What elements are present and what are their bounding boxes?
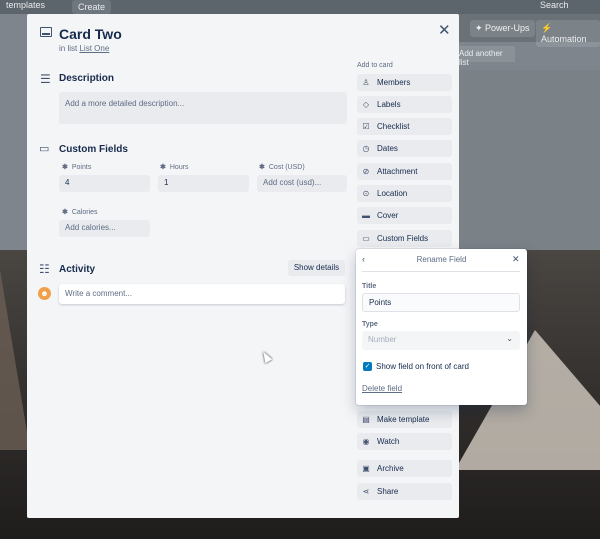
description-title: Description xyxy=(59,73,115,84)
search-field[interactable]: Search xyxy=(540,0,569,10)
card-list-info: in list List One xyxy=(59,44,109,53)
sidebar-item-label: Archive xyxy=(377,464,404,473)
sidebar-item-label: Dates xyxy=(377,144,398,153)
description-icon: ☰ xyxy=(40,72,51,86)
chevron-down-icon: ⌄ xyxy=(506,334,513,343)
field-label-points: ✱ Points xyxy=(62,163,91,171)
mountain-peak-left xyxy=(0,270,30,450)
rename-field-popover xyxy=(356,249,527,405)
type-label: Type xyxy=(362,321,378,328)
close-icon[interactable]: ✕ xyxy=(512,254,520,265)
sidebar-item-archive[interactable]: ▣ Archive xyxy=(357,460,452,477)
field-label-text: Calories xyxy=(71,209,98,216)
location-pin-icon: ⊙ xyxy=(362,189,370,198)
points-input[interactable]: 4 xyxy=(59,175,150,192)
field-label-text: Hours xyxy=(169,164,189,171)
activity-title: Activity xyxy=(59,264,96,275)
field-icon: ✱ xyxy=(160,164,166,171)
automation-button[interactable]: ⚡ Automation xyxy=(536,20,600,47)
sidebar-item-cover[interactable]: ▬ Cover xyxy=(357,207,452,224)
sidebar-item-watch[interactable]: ◉ Watch xyxy=(357,433,452,450)
field-label-calories: ✱ Calories xyxy=(62,208,98,216)
hours-input[interactable]: 1 xyxy=(158,175,249,192)
sidebar-item-members[interactable]: ♙ Members xyxy=(357,74,452,91)
activity-icon: ☷ xyxy=(39,262,50,276)
show-on-front-label[interactable]: Show field on front of card xyxy=(376,362,469,371)
sidebar-item-share[interactable]: ⋖ Share xyxy=(357,483,452,500)
card-icon xyxy=(40,27,52,37)
sidebar-item-label: Cover xyxy=(377,211,399,220)
title-label: Title xyxy=(362,283,377,290)
field-icon: ✱ xyxy=(62,209,68,216)
custom-fields-icon: ▭ xyxy=(362,234,370,243)
field-type-select[interactable]: Number ⌄ xyxy=(362,331,520,350)
sidebar-item-label: Custom Fields xyxy=(377,234,429,243)
field-icon: ✱ xyxy=(62,164,68,171)
cover-icon: ▬ xyxy=(362,211,370,220)
paperclip-icon: ⊘ xyxy=(362,167,370,176)
sidebar-item-label: Watch xyxy=(377,437,400,446)
field-label-text: Points xyxy=(71,164,92,171)
list-link[interactable]: List One xyxy=(79,44,109,53)
power-ups-label: Power-Ups xyxy=(485,23,530,33)
share-icon: ⋖ xyxy=(362,487,370,496)
description-input[interactable]: Add a more detailed description... xyxy=(59,92,347,124)
power-ups-button[interactable]: ✦ Power-Ups xyxy=(470,20,535,37)
eye-icon: ◉ xyxy=(362,437,370,446)
custom-fields-icon: ▭ xyxy=(39,143,50,155)
sidebar-item-labels[interactable]: ◇ Labels xyxy=(357,96,452,113)
avatar[interactable]: ☻ xyxy=(38,287,51,300)
sidebar-item-custom-fields[interactable]: ▭ Custom Fields xyxy=(357,230,452,247)
add-list-button[interactable]: Add another list xyxy=(455,46,515,67)
field-label-hours: ✱ Hours xyxy=(160,163,189,171)
card-title[interactable]: Card Two xyxy=(59,26,122,42)
calories-input[interactable]: Add calories... xyxy=(59,220,150,237)
archive-icon: ▣ xyxy=(362,464,370,473)
field-title-input[interactable]: Points xyxy=(362,293,520,312)
sidebar-item-label: Share xyxy=(377,487,399,496)
field-label-cost: ✱ Cost (USD) xyxy=(259,163,305,171)
sidebar-item-label: Attachment xyxy=(377,167,418,176)
checklist-icon: ☑ xyxy=(362,122,370,131)
create-button[interactable]: Create xyxy=(72,0,112,14)
cost-input[interactable]: Add cost (usd)... xyxy=(257,175,347,192)
field-icon: ✱ xyxy=(259,164,265,171)
automation-label: Automation xyxy=(541,34,587,44)
show-details-button[interactable]: Show details xyxy=(288,260,345,276)
popover-divider xyxy=(362,271,520,272)
popover-title: Rename Field xyxy=(416,255,467,264)
sidebar-item-label: Checklist xyxy=(377,122,410,131)
show-on-front-checkbox[interactable]: ✓ xyxy=(363,362,372,371)
in-list-prefix: in list xyxy=(59,44,78,53)
sidebar-item-make-template[interactable]: ▤ Make template xyxy=(357,411,452,428)
sidebar-item-dates[interactable]: ◷ Dates xyxy=(357,140,452,157)
sidebar-item-attachment[interactable]: ⊘ Attachment xyxy=(357,163,452,180)
sidebar-item-label: Make template xyxy=(377,415,430,424)
sidebar-item-location[interactable]: ⊙ Location xyxy=(357,185,452,202)
sidebar-item-checklist[interactable]: ☑ Checklist xyxy=(357,118,452,135)
delete-field-link[interactable]: Delete field xyxy=(362,384,402,393)
add-to-card-heading: Add to card xyxy=(357,62,393,69)
sidebar-item-label: Location xyxy=(377,189,408,198)
template-icon: ▤ xyxy=(362,415,370,424)
custom-fields-title: Custom Fields xyxy=(59,144,128,155)
board-list-column xyxy=(459,70,600,250)
sidebar-item-label: Labels xyxy=(377,100,401,109)
clock-icon: ◷ xyxy=(362,144,370,153)
tag-icon: ◇ xyxy=(362,100,370,109)
field-type-value: Number xyxy=(368,335,397,344)
templates-menu[interactable]: templates xyxy=(6,0,45,10)
field-label-text: Cost (USD) xyxy=(268,164,305,171)
comment-input[interactable]: Write a comment... xyxy=(59,284,345,304)
person-icon: ♙ xyxy=(362,78,370,87)
sidebar-item-label: Members xyxy=(377,78,411,87)
close-icon[interactable]: ✕ xyxy=(438,21,451,39)
